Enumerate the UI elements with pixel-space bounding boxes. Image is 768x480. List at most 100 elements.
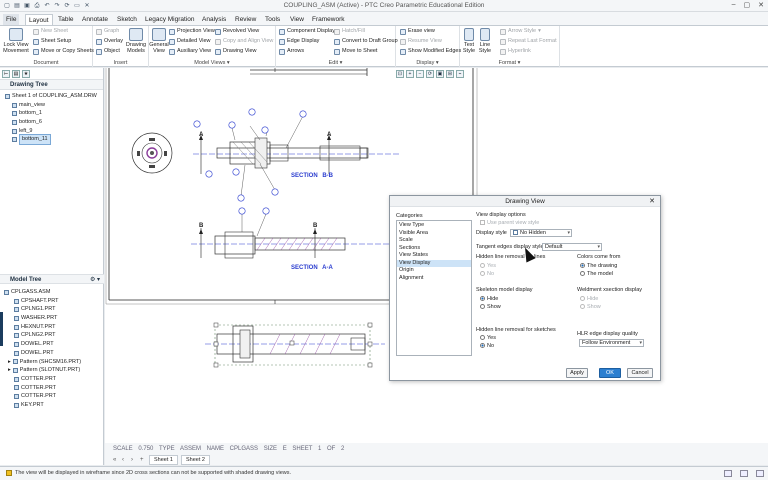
new-sheet-button[interactable]: New Sheet bbox=[33, 28, 68, 35]
tab-sketch[interactable]: Sketch bbox=[114, 14, 140, 25]
show-modified-edges-button[interactable]: Show Modified Edges bbox=[400, 48, 461, 55]
sheet-setup-button[interactable]: Sheet Setup bbox=[33, 38, 71, 45]
cancel-button[interactable]: Cancel bbox=[627, 368, 653, 378]
expand-arrow-icon[interactable]: ▸ bbox=[8, 366, 11, 375]
projection-view-button[interactable]: Projection View bbox=[169, 28, 215, 35]
detailed-view-button[interactable]: Detailed View bbox=[169, 38, 211, 45]
line-style-button[interactable]: Line Style bbox=[478, 28, 492, 54]
tab-table[interactable]: Table bbox=[55, 14, 77, 25]
arrows-button[interactable]: Arrows bbox=[279, 48, 304, 55]
tree-item-part[interactable]: COTTER.PRT bbox=[0, 384, 104, 393]
refit-icon[interactable]: ⊡ bbox=[396, 70, 404, 78]
model-tree-settings-icon[interactable]: ⚙ ▾ bbox=[90, 275, 100, 285]
tree-item-view[interactable]: left_9 bbox=[0, 127, 103, 136]
tab-annotate[interactable]: Annotate bbox=[79, 14, 111, 25]
first-sheet-icon[interactable]: « bbox=[113, 457, 119, 463]
general-view-button[interactable]: General View bbox=[149, 28, 169, 54]
minimize-icon[interactable]: – bbox=[732, 1, 736, 9]
auxiliary-view-button[interactable]: Auxiliary View bbox=[169, 48, 211, 55]
skeleton-show-radio[interactable]: Show bbox=[480, 304, 501, 311]
tangent-edges-select[interactable]: Default bbox=[542, 243, 602, 251]
hatch-fill-button[interactable]: Hatch/Fill bbox=[334, 28, 365, 35]
component-display-button[interactable]: Component Display bbox=[279, 28, 335, 35]
tab-view[interactable]: View bbox=[287, 14, 307, 25]
display-style-select[interactable]: No Hidden bbox=[510, 229, 572, 237]
tab-tools[interactable]: Tools bbox=[262, 14, 283, 25]
tree-item-part[interactable]: DOWEL.PRT bbox=[0, 340, 104, 349]
tree-item-pattern[interactable]: ▸ Pattern (SHCSM16.PRT) bbox=[0, 358, 104, 367]
category-view-type[interactable]: View Type bbox=[397, 222, 471, 230]
zoom-in-icon[interactable]: + bbox=[406, 70, 414, 78]
annotation-display-icon[interactable]: ⌁ bbox=[456, 70, 464, 78]
tree-item-view[interactable]: bottom_6 bbox=[0, 118, 103, 127]
category-sections[interactable]: Sections bbox=[397, 245, 471, 253]
lock-view-movement-button[interactable]: Lock View Movement bbox=[2, 28, 30, 54]
category-alignment[interactable]: Alignment bbox=[397, 275, 471, 283]
hlr-sketch-yes-radio[interactable]: Yes bbox=[480, 335, 496, 342]
tree-item-sheet[interactable]: Sheet 1 of COUPLING_ASM.DRW bbox=[0, 92, 103, 101]
ok-button[interactable]: OK bbox=[599, 368, 621, 378]
status-icon[interactable] bbox=[756, 470, 764, 477]
tree-item-view[interactable]: main_view bbox=[0, 101, 103, 110]
close-icon[interactable]: ✕ bbox=[758, 1, 764, 9]
hyperlink-button[interactable]: Hyperlink bbox=[500, 48, 531, 55]
weldment-hide-radio[interactable]: Hide bbox=[580, 296, 598, 303]
sheet-tab-1[interactable]: Sheet 1 bbox=[149, 455, 178, 465]
category-scale[interactable]: Scale bbox=[397, 237, 471, 245]
weldment-show-radio[interactable]: Show bbox=[580, 304, 601, 311]
category-visible-area[interactable]: Visible Area bbox=[397, 230, 471, 238]
model-tree-tab-icon[interactable]: ⊢ bbox=[2, 70, 10, 78]
find-icon[interactable] bbox=[740, 470, 748, 477]
colors-model-radio[interactable]: The model bbox=[580, 271, 613, 278]
tab-analysis[interactable]: Analysis bbox=[199, 14, 229, 25]
hlr-sketch-no-radio[interactable]: No bbox=[480, 343, 494, 350]
side-panel-tab[interactable] bbox=[0, 312, 3, 346]
colors-drawing-radio[interactable]: The drawing bbox=[580, 263, 617, 270]
tree-item-part[interactable]: COTTER.PRT bbox=[0, 392, 104, 401]
category-view-display[interactable]: View Display bbox=[397, 259, 471, 267]
resume-view-button[interactable]: Resume View bbox=[400, 38, 442, 45]
zoom-out-icon[interactable]: − bbox=[416, 70, 424, 78]
drawing-models-button[interactable]: Drawing Models bbox=[125, 28, 147, 54]
tree-item-pattern[interactable]: ▸ Pattern (SLOTNUT.PRT) bbox=[0, 366, 104, 375]
tree-item-assembly[interactable]: CPLGASS.ASM bbox=[0, 288, 104, 297]
apply-button[interactable]: Apply bbox=[566, 368, 588, 378]
tree-item-view-selected[interactable]: bottom_11 bbox=[0, 134, 103, 146]
skeleton-hide-radio[interactable]: Hide bbox=[480, 296, 498, 303]
dialog-close-icon[interactable]: ✕ bbox=[649, 196, 655, 207]
sheet-tab-2[interactable]: Sheet 2 bbox=[180, 455, 210, 465]
drawing-view-button[interactable]: Drawing View bbox=[215, 48, 257, 55]
copy-align-view-button[interactable]: Copy and Align View bbox=[215, 38, 273, 45]
hlr-lines-yes-radio[interactable]: Yes bbox=[480, 263, 496, 270]
add-sheet-icon[interactable]: + bbox=[140, 457, 146, 463]
edge-display-button[interactable]: Edge Display bbox=[279, 38, 319, 45]
revolved-view-button[interactable]: Revolved View bbox=[215, 28, 259, 35]
tree-item-part[interactable]: CPLNG2.PRT bbox=[0, 331, 104, 340]
category-origin[interactable]: Origin bbox=[397, 267, 471, 275]
object-button[interactable]: Object bbox=[96, 48, 120, 55]
display-style-icon[interactable]: ▣ bbox=[436, 70, 444, 78]
overlay-button[interactable]: Overlay bbox=[96, 38, 123, 45]
selection-filter-icon[interactable] bbox=[724, 470, 732, 477]
tree-item-part[interactable]: CPSHAFT.PRT bbox=[0, 297, 104, 306]
tab-review[interactable]: Review bbox=[232, 14, 259, 25]
repaint-icon[interactable]: ⟳ bbox=[426, 70, 434, 78]
move-copy-sheets-button[interactable]: Move or Copy Sheets bbox=[33, 48, 94, 55]
tree-item-part[interactable]: HEXNUT.PRT bbox=[0, 323, 104, 332]
tree-item-part[interactable]: COTTER.PRT bbox=[0, 375, 104, 384]
tree-item-part[interactable]: DOWEL.PRT bbox=[0, 349, 104, 358]
expand-arrow-icon[interactable]: ▸ bbox=[8, 358, 11, 367]
text-style-button[interactable]: Text Style bbox=[462, 28, 476, 54]
prev-sheet-icon[interactable]: ‹ bbox=[122, 457, 128, 463]
arrow-style-button[interactable]: Arrow Style ▾ bbox=[500, 28, 541, 35]
tab-layout[interactable]: Layout bbox=[25, 14, 53, 25]
hlr-lines-no-radio[interactable]: No bbox=[480, 271, 494, 278]
category-view-states[interactable]: View States bbox=[397, 252, 471, 260]
graph-button[interactable]: Graph bbox=[96, 28, 119, 35]
favorites-icon[interactable]: ★ bbox=[22, 70, 30, 78]
use-parent-style-checkbox[interactable]: Use parent view style bbox=[480, 220, 539, 227]
tree-item-part[interactable]: KEY.PRT bbox=[0, 401, 104, 410]
model-tree-header[interactable]: Model Tree ⚙ ▾ bbox=[0, 274, 104, 284]
move-to-sheet-button[interactable]: Move to Sheet bbox=[334, 48, 377, 55]
drawing-tree-header[interactable]: Drawing Tree bbox=[0, 80, 103, 90]
